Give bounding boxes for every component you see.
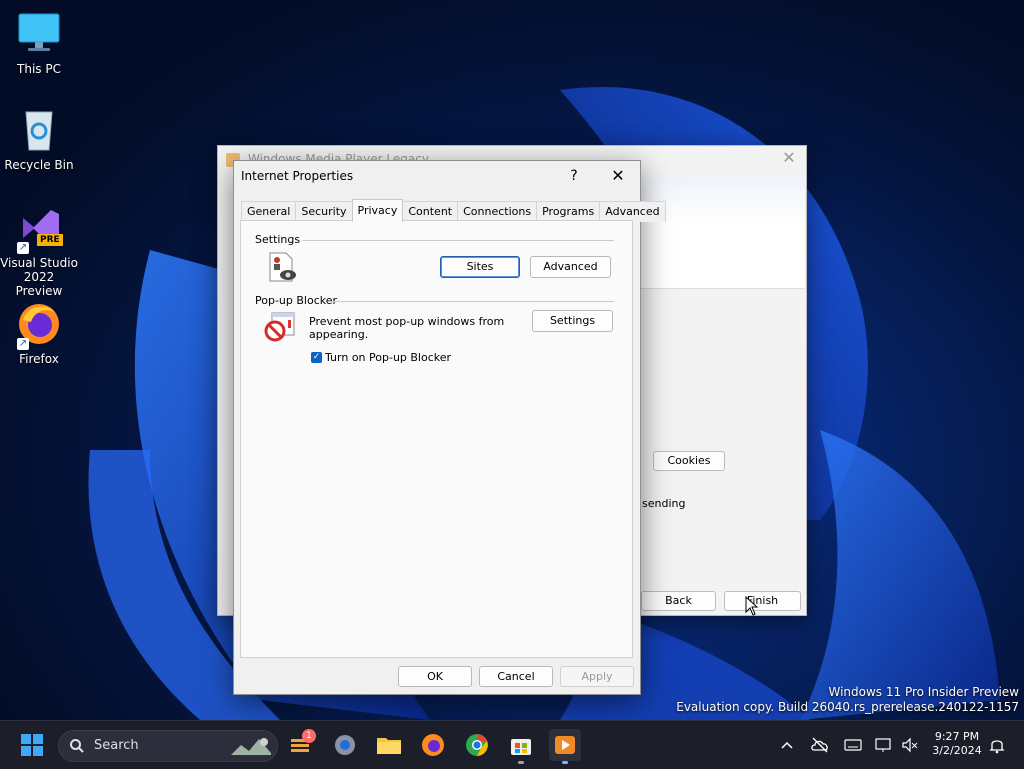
taskbar: Search 1 9:27 PM 3/2/2024 (0, 720, 1024, 769)
ok-button[interactable]: OK (398, 666, 472, 687)
wizard-header-gradient (641, 174, 805, 224)
taskbar-firefox[interactable] (417, 729, 449, 761)
checkmark-icon: ✓ (312, 352, 321, 362)
search-icon (70, 739, 84, 753)
notifications-button[interactable] (988, 736, 1006, 754)
desktop-icon-this-pc[interactable]: This PC (0, 10, 78, 76)
privacy-advanced-button[interactable]: Advanced (530, 256, 611, 278)
tab-content[interactable]: Content (402, 201, 459, 222)
help-icon: ? (570, 168, 578, 184)
desktop-icon-label: This PC (17, 62, 61, 76)
watermark-line-1: Windows 11 Pro Insider Preview (828, 685, 1019, 699)
firefox-icon (422, 734, 444, 756)
tab-advanced[interactable]: Advanced (599, 201, 666, 222)
dialog-title: Internet Properties (241, 169, 354, 183)
search-placeholder: Search (94, 738, 139, 753)
cloud-off-icon (811, 737, 828, 753)
store-icon (511, 739, 531, 755)
cookies-button[interactable]: Cookies (653, 451, 725, 471)
watermark-line-2: Evaluation copy. Build 26040.rs_prerelea… (676, 700, 1019, 714)
volume-muted-icon (902, 737, 918, 753)
taskbar-media-player[interactable] (549, 729, 581, 764)
settings-divider (302, 240, 614, 241)
desktop-icon-recycle-bin[interactable]: Recycle Bin (0, 106, 78, 172)
widgets-button[interactable]: 1 (285, 729, 317, 761)
keyboard-tray-button[interactable] (843, 736, 863, 754)
cancel-button[interactable]: Cancel (479, 666, 553, 687)
search-highlight-icon (231, 738, 271, 755)
tab-programs[interactable]: Programs (536, 201, 601, 222)
running-indicator (518, 761, 524, 764)
search-box[interactable]: Search (58, 730, 278, 762)
tab-security[interactable]: Security (295, 201, 353, 222)
desktop-icon-firefox[interactable]: ↗ Firefox (0, 300, 78, 366)
tab-general[interactable]: General (241, 201, 297, 222)
clock-date: 3/2/2024 (932, 744, 982, 757)
close-button[interactable]: ✕ (608, 166, 628, 186)
widgets-badge: 1 (302, 729, 316, 743)
desktop-icon-label: Firefox (19, 352, 59, 366)
apply-button[interactable]: Apply (560, 666, 634, 687)
clock-time: 9:27 PM (934, 730, 980, 743)
popup-blocker-icon (264, 311, 296, 343)
popup-blocker-checkbox-label[interactable]: Turn on Pop-up Blocker (325, 351, 451, 364)
settings-group-label: Settings (255, 233, 301, 246)
close-icon: ✕ (782, 148, 796, 167)
clock[interactable]: 9:27 PM 3/2/2024 (926, 730, 988, 758)
network-tray-button[interactable] (874, 736, 894, 754)
volume-tray-button[interactable] (900, 736, 920, 754)
windows-logo-icon (21, 734, 43, 756)
active-indicator (562, 761, 568, 764)
shortcut-arrow-icon: ↗ (17, 338, 29, 350)
internet-properties-dialog: Internet Properties ? ✕ General Security… (233, 160, 666, 695)
taskbar-settings[interactable] (329, 729, 361, 761)
close-icon: ✕ (611, 166, 625, 185)
popup-divider (331, 301, 614, 302)
show-hidden-icons-button[interactable] (779, 737, 795, 753)
recycle-bin-icon (15, 106, 63, 154)
popup-settings-button[interactable]: Settings (532, 310, 613, 332)
taskbar-file-explorer[interactable] (373, 729, 405, 761)
media-player-icon (555, 736, 575, 754)
taskbar-store[interactable] (505, 729, 537, 764)
privacy-document-icon (266, 251, 298, 283)
visual-studio-icon: PRE ↗ (15, 204, 63, 254)
popup-blocker-group-label: Pop-up Blocker (255, 294, 338, 307)
firefox-icon: ↗ (15, 300, 63, 350)
bell-icon (989, 740, 1005, 754)
tab-strip: General Security Privacy Content Connect… (241, 199, 666, 222)
pre-badge: PRE (37, 234, 63, 246)
network-icon (875, 738, 891, 752)
gear-icon (335, 735, 355, 755)
tab-privacy[interactable]: Privacy (351, 199, 404, 222)
evaluation-watermark: Windows 11 Pro Insider Preview Evaluatio… (676, 685, 1019, 715)
tab-connections[interactable]: Connections (457, 201, 538, 222)
sites-button[interactable]: Sites (440, 256, 520, 278)
chrome-icon (466, 734, 488, 756)
desktop-icon-label: Recycle Bin (4, 158, 74, 172)
privacy-panel: Settings Sites Advanced Pop-up Blocker P… (240, 220, 633, 658)
folder-icon (377, 738, 401, 754)
mouse-cursor-icon (745, 595, 759, 616)
chevron-up-icon (781, 741, 793, 749)
wizard-close-button[interactable]: ✕ (780, 149, 798, 167)
shortcut-arrow-icon: ↗ (17, 242, 29, 254)
finish-button[interactable]: Finish (724, 591, 801, 611)
popup-description: Prevent most pop-up windows from appeari… (309, 315, 505, 341)
start-button[interactable] (16, 729, 48, 761)
desktop-icon-visual-studio[interactable]: PRE ↗ Visual Studio 2022 Preview (0, 204, 78, 298)
onedrive-tray-button[interactable] (810, 736, 830, 754)
taskbar-chrome[interactable] (461, 729, 493, 761)
keyboard-icon (844, 739, 862, 751)
help-button[interactable]: ? (564, 166, 584, 186)
wizard-partial-text: sending (642, 497, 686, 510)
desktop-icon-label: Visual Studio 2022 Preview (0, 256, 78, 298)
monitor-icon (15, 10, 63, 58)
popup-blocker-checkbox[interactable]: ✓ (311, 352, 322, 363)
back-button[interactable]: Back (641, 591, 716, 611)
